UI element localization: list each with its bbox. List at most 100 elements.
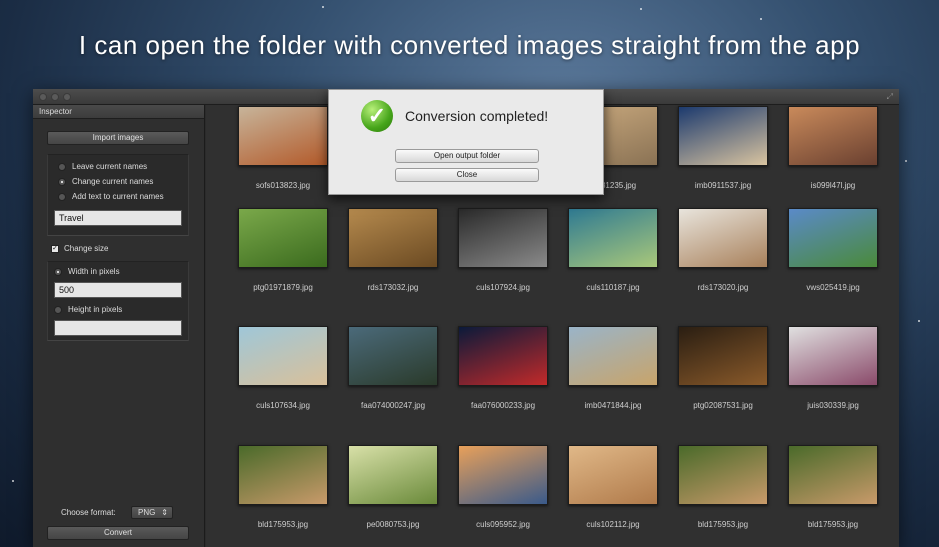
- image-thumbnail[interactable]: [238, 445, 328, 505]
- image-thumbnail[interactable]: [678, 445, 768, 505]
- radio-selected-icon[interactable]: [54, 267, 62, 276]
- radio-height[interactable]: Height in pixels: [54, 305, 122, 314]
- image-tile[interactable]: ptg02087531.jpg: [668, 326, 778, 410]
- image-tile[interactable]: vws025419.jpg: [778, 208, 888, 292]
- convert-button[interactable]: Convert: [47, 526, 189, 540]
- format-value: PNG: [138, 508, 156, 517]
- radio-leave-names[interactable]: Leave current names: [58, 162, 147, 171]
- image-tile[interactable]: culs095952.jpg: [448, 445, 558, 529]
- image-thumbnail[interactable]: [568, 208, 658, 268]
- checkmark-icon: ✓: [361, 100, 393, 132]
- image-tile[interactable]: bld175953.jpg: [228, 445, 338, 529]
- image-thumbnail[interactable]: [458, 326, 548, 386]
- image-tile[interactable]: rds173032.jpg: [338, 208, 448, 292]
- image-thumbnail[interactable]: [788, 208, 878, 268]
- image-thumbnail[interactable]: [568, 445, 658, 505]
- image-tile[interactable]: culs110187.jpg: [558, 208, 668, 292]
- image-filename: culs107924.jpg: [476, 283, 530, 292]
- image-thumbnail[interactable]: [238, 106, 328, 166]
- image-thumbnail[interactable]: [678, 106, 768, 166]
- radio-change-names[interactable]: Change current names: [58, 177, 153, 186]
- image-tile[interactable]: is099l47l.jpg: [778, 106, 888, 190]
- fullscreen-icon[interactable]: ⤢: [887, 92, 893, 102]
- dialog-message: Conversion completed!: [405, 108, 549, 124]
- image-filename: is099l47l.jpg: [810, 181, 856, 190]
- image-thumbnail[interactable]: [238, 208, 328, 268]
- image-tile[interactable]: rds173020.jpg: [668, 208, 778, 292]
- image-thumbnail[interactable]: [788, 106, 878, 166]
- radio-selected-icon[interactable]: [58, 177, 66, 186]
- radio-add-text[interactable]: Add text to current names: [58, 192, 164, 201]
- image-filename: rds173032.jpg: [367, 283, 419, 292]
- close-dialog-button[interactable]: Close: [395, 168, 539, 182]
- image-tile[interactable]: faa076000233.jpg: [448, 326, 558, 410]
- image-filename: imb0911537.jpg: [694, 181, 752, 190]
- inspector-sidebar: Inspector Import images Leave current na…: [33, 105, 205, 547]
- change-size-checkbox-row[interactable]: ✓ Change size: [51, 244, 108, 253]
- image-thumbnail[interactable]: [458, 208, 548, 268]
- change-size-label: Change size: [64, 244, 109, 253]
- image-filename: sofs013823.jpg: [255, 181, 311, 190]
- width-field[interactable]: 500: [54, 282, 182, 298]
- image-tile[interactable]: culs107924.jpg: [448, 208, 558, 292]
- image-thumbnail[interactable]: [348, 445, 438, 505]
- image-thumbnail[interactable]: [348, 208, 438, 268]
- image-tile[interactable]: culs107634.jpg: [228, 326, 338, 410]
- import-images-button[interactable]: Import images: [47, 131, 189, 145]
- naming-options-group: Leave current names Change current names…: [47, 154, 189, 236]
- image-filename: imb0471844.jpg: [584, 401, 642, 410]
- image-tile[interactable]: juis030339.jpg: [778, 326, 888, 410]
- open-output-folder-button[interactable]: Open output folder: [395, 149, 539, 163]
- radio-label: Change current names: [72, 177, 154, 186]
- radio-label: Add text to current names: [72, 192, 164, 201]
- image-tile[interactable]: ptg01971879.jpg: [228, 208, 338, 292]
- size-options-group: Width in pixels 500 Height in pixels: [47, 261, 189, 341]
- image-filename: bld175953.jpg: [807, 520, 859, 529]
- image-thumbnail[interactable]: [788, 326, 878, 386]
- image-tile[interactable]: imb0911537.jpg: [668, 106, 778, 190]
- height-field[interactable]: [54, 320, 182, 336]
- image-filename: culs095952.jpg: [476, 520, 530, 529]
- format-select[interactable]: PNG ⇕: [131, 506, 173, 519]
- radio-width[interactable]: Width in pixels: [54, 267, 120, 276]
- image-filename: ptg01971879.jpg: [253, 283, 313, 292]
- inspector-header: Inspector: [33, 105, 204, 119]
- image-tile[interactable]: sofs013823.jpg: [228, 106, 338, 190]
- image-filename: faa074000247.jpg: [360, 401, 426, 410]
- image-filename: culs107634.jpg: [256, 401, 310, 410]
- image-filename: bld175953.jpg: [697, 520, 749, 529]
- image-filename: rds173020.jpg: [697, 283, 749, 292]
- radio-label: Leave current names: [72, 162, 148, 171]
- image-thumbnail[interactable]: [678, 326, 768, 386]
- image-tile[interactable]: pe0080753.jpg: [338, 445, 448, 529]
- image-filename: bld175953.jpg: [257, 520, 309, 529]
- change-size-checkbox[interactable]: ✓: [51, 244, 59, 253]
- radio-label: Width in pixels: [68, 267, 120, 276]
- image-tile[interactable]: culs102112.jpg: [558, 445, 668, 529]
- image-tile[interactable]: faa074000247.jpg: [338, 326, 448, 410]
- image-tile[interactable]: imb0471844.jpg: [558, 326, 668, 410]
- image-thumbnail[interactable]: [348, 326, 438, 386]
- image-tile[interactable]: bld175953.jpg: [778, 445, 888, 529]
- image-filename: vws025419.jpg: [806, 283, 860, 292]
- image-filename: pe0080753.jpg: [366, 520, 420, 529]
- radio-icon[interactable]: [58, 162, 66, 171]
- radio-icon[interactable]: [58, 192, 66, 201]
- image-thumbnail[interactable]: [458, 445, 548, 505]
- image-thumbnail[interactable]: [678, 208, 768, 268]
- name-text-field[interactable]: Travel: [54, 210, 182, 226]
- radio-icon[interactable]: [54, 305, 62, 314]
- image-thumbnail[interactable]: [238, 326, 328, 386]
- image-filename: juis030339.jpg: [807, 401, 859, 410]
- format-label: Choose format:: [61, 508, 116, 517]
- image-filename: faa076000233.jpg: [470, 401, 536, 410]
- image-thumbnail[interactable]: [568, 326, 658, 386]
- headline: I can open the folder with converted ima…: [78, 30, 861, 60]
- app-window: Smart Image Converter ⤢ Inspector Import…: [33, 89, 899, 547]
- image-filename: culs102112.jpg: [586, 520, 640, 529]
- conversion-dialog: ✓ Conversion completed! Open output fold…: [328, 89, 604, 195]
- image-tile[interactable]: bld175953.jpg: [668, 445, 778, 529]
- image-thumbnail[interactable]: [788, 445, 878, 505]
- updown-chevron-icon: ⇕: [161, 508, 168, 517]
- image-filename: ptg02087531.jpg: [693, 401, 753, 410]
